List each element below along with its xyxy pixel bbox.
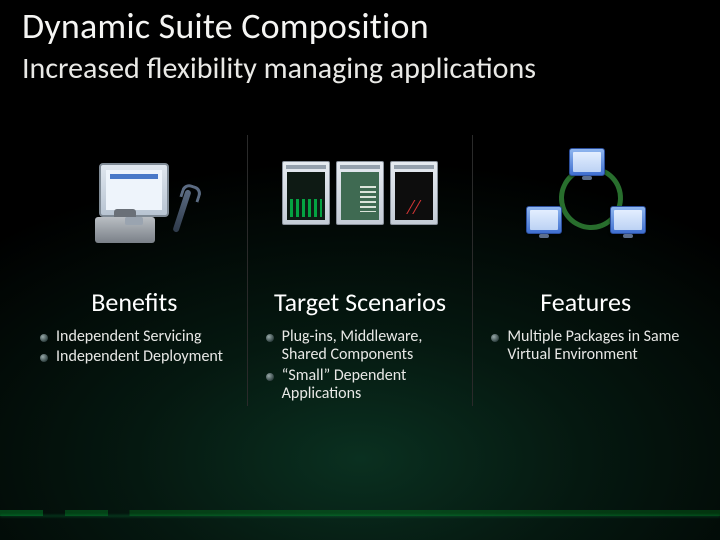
list-item: Independent Deployment xyxy=(40,348,239,366)
computer-node-icon xyxy=(526,206,562,234)
monitor-icon xyxy=(99,163,169,217)
screwdriver-icon xyxy=(173,189,192,233)
monitor-screen-icon xyxy=(106,170,162,210)
column-heading-benefits: Benefits xyxy=(91,258,177,316)
list-item: Plug-ins, Middleware, Shared Components xyxy=(266,328,465,365)
bullets-features: Multiple Packages in Same Virtual Enviro… xyxy=(473,328,698,367)
column-heading-features: Features xyxy=(540,258,631,316)
list-item: Multiple Packages in Same Virtual Enviro… xyxy=(491,328,690,365)
features-icon xyxy=(473,135,698,250)
bullets-benefits: Independent Servicing Independent Deploy… xyxy=(22,328,247,369)
network-icon xyxy=(526,150,646,236)
column-benefits: Benefits Independent Servicing Independe… xyxy=(22,135,247,406)
computer-node-icon xyxy=(569,148,605,176)
column-features: Features Multiple Packages in Same Virtu… xyxy=(472,135,698,406)
column-scenarios: Target Scenarios Plug-ins, Middleware, S… xyxy=(247,135,473,406)
computer-node-icon xyxy=(610,206,646,234)
toolbox-icon xyxy=(95,217,155,243)
columns: Benefits Independent Servicing Independe… xyxy=(22,135,698,406)
slide: Dynamic Suite Composition Increased flex… xyxy=(0,0,720,540)
charts-icon xyxy=(282,161,438,225)
decorative-glow xyxy=(0,515,720,518)
bullets-scenarios: Plug-ins, Middleware, Shared Components … xyxy=(248,328,473,406)
list-item: Independent Servicing xyxy=(40,328,239,346)
list-item: “Small” Dependent Applications xyxy=(266,367,465,404)
bar-chart-icon xyxy=(282,161,330,225)
area-chart-icon xyxy=(336,161,384,225)
column-heading-scenarios: Target Scenarios xyxy=(274,258,446,316)
slide-title: Dynamic Suite Composition xyxy=(22,4,429,48)
benefits-icon xyxy=(22,135,247,250)
scenarios-icon xyxy=(248,135,473,250)
line-chart-icon xyxy=(390,161,438,225)
slide-subtitle: Increased flexibility managing applicati… xyxy=(22,50,536,87)
